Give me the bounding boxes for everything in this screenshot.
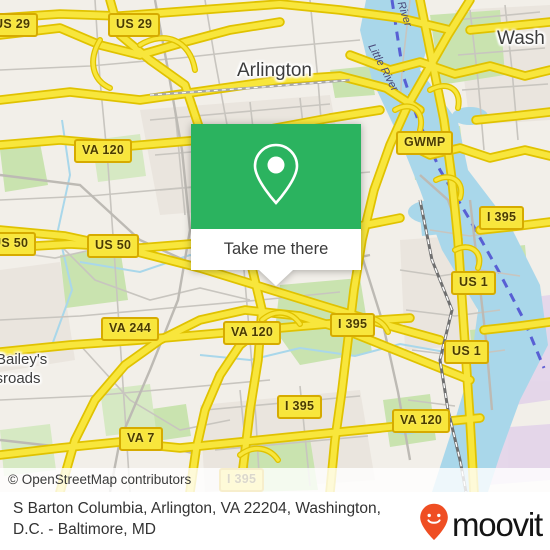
location-title: S Barton Columbia, Arlington, VA 22204, … xyxy=(13,500,381,538)
osm-attribution[interactable]: © OpenStreetMap contributors xyxy=(0,468,550,492)
map-pin-icon xyxy=(249,141,303,212)
shield-i-395-mid[interactable]: I 395 xyxy=(330,313,376,337)
shield-va-244[interactable]: VA 244 xyxy=(101,317,160,341)
place-label-baileys: Bailey's xyxy=(0,351,48,368)
shield-va-120-south[interactable]: VA 120 xyxy=(223,321,282,345)
shield-i-395-north[interactable]: I 395 xyxy=(479,206,525,230)
place-label-arlington: Arlington xyxy=(237,60,312,81)
popup-icon-area xyxy=(191,124,361,229)
shield-va-7[interactable]: VA 7 xyxy=(119,427,163,451)
shield-us-29[interactable]: US 29 xyxy=(108,13,161,37)
place-label-crossroads: ssroads xyxy=(0,370,41,387)
shield-i-395-south[interactable]: I 395 xyxy=(277,395,323,419)
place-label-washington: Wash xyxy=(497,28,545,49)
location-popup-card[interactable]: Take me there xyxy=(191,124,361,286)
footer-bar: S Barton Columbia, Arlington, VA 22204, … xyxy=(0,492,550,550)
take-me-there-button[interactable]: Take me there xyxy=(191,229,361,270)
shield-va-120-north[interactable]: VA 120 xyxy=(74,139,133,163)
shield-us-1-north[interactable]: US 1 xyxy=(451,271,496,295)
shield-us-50[interactable]: US 50 xyxy=(87,234,140,258)
shield-us-1-south[interactable]: US 1 xyxy=(444,340,489,364)
shield-us-50-left[interactable]: US 50 xyxy=(0,232,37,256)
popup-tail xyxy=(259,270,293,286)
moovit-logo[interactable]: moovit xyxy=(419,503,543,546)
moovit-smiley-pin-icon xyxy=(419,503,449,546)
shield-gwmp[interactable]: GWMP xyxy=(396,131,454,155)
moovit-wordmark: moovit xyxy=(452,506,543,543)
shield-us-29-left[interactable]: US 29 xyxy=(0,13,39,37)
shield-va-120-east[interactable]: VA 120 xyxy=(392,409,451,433)
map-screenshot: Arlington Wash Bailey's ssroads Little R… xyxy=(0,0,550,550)
